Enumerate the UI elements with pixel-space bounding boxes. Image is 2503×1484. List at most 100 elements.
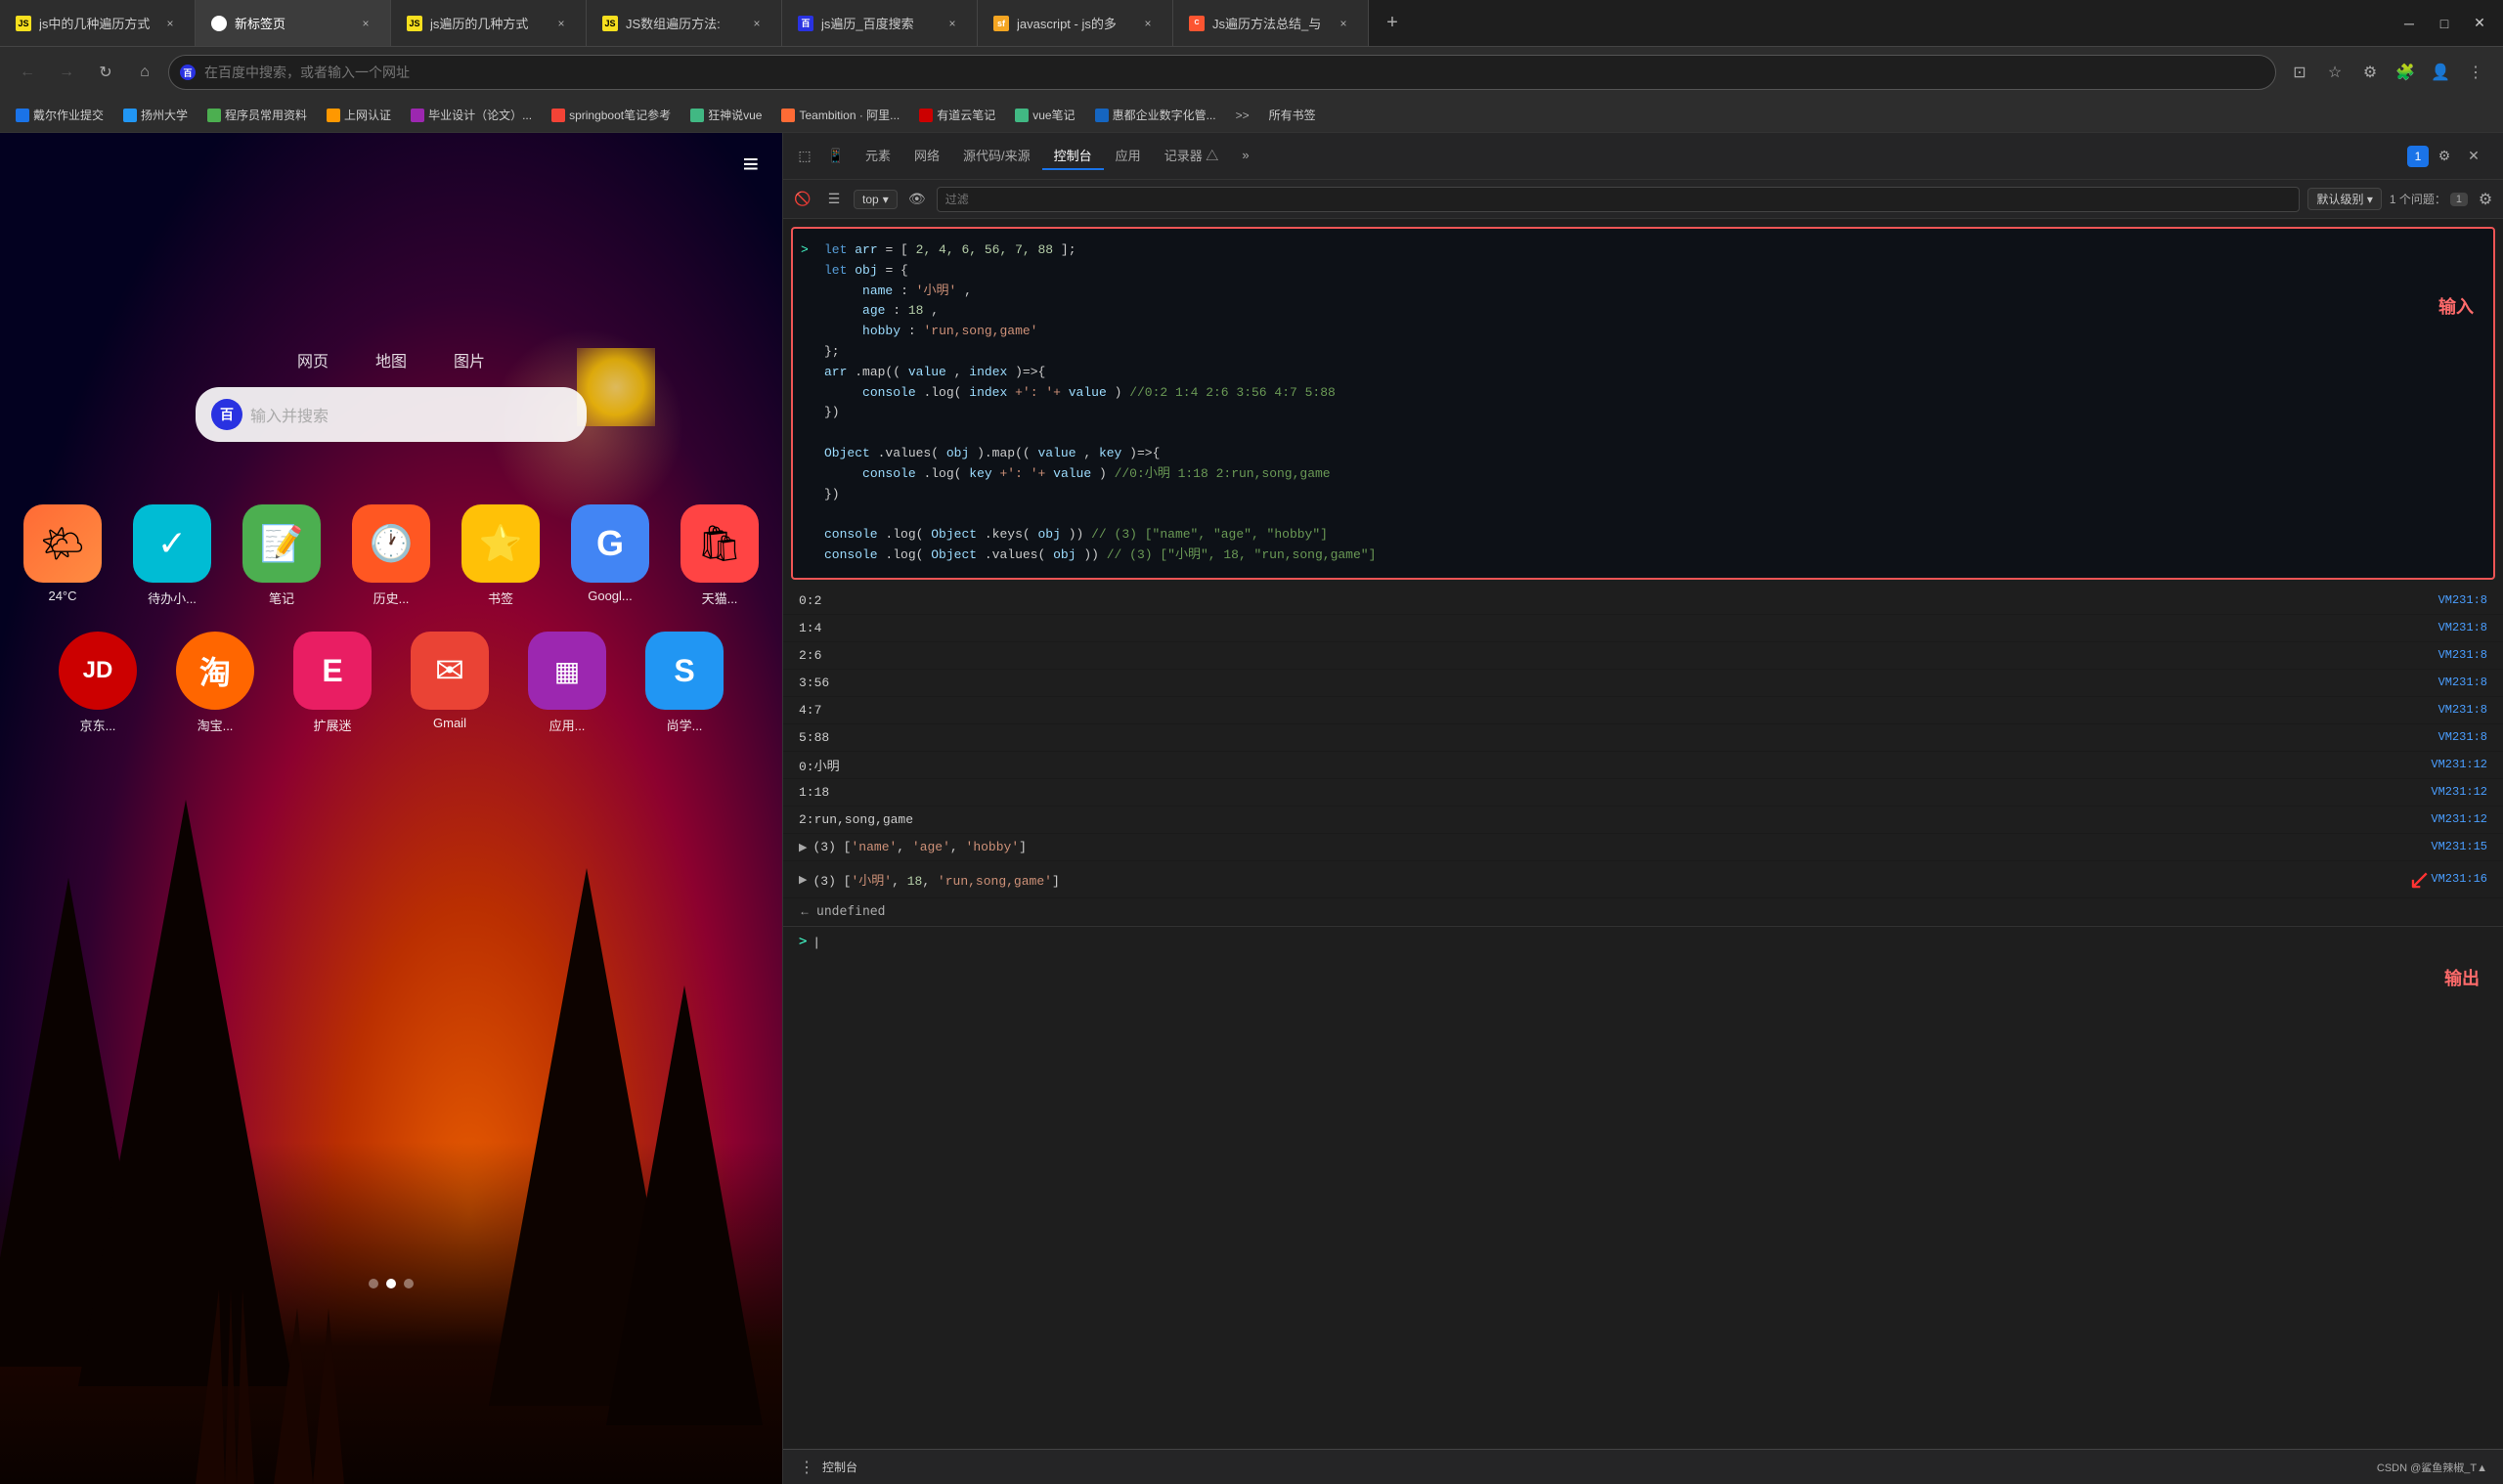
tab4-close[interactable]: ×: [748, 15, 766, 32]
app-bookmarks[interactable]: ⭐ 书签: [461, 504, 540, 607]
app-appstore[interactable]: ▦ 应用...: [528, 632, 606, 734]
tab5-label: js遍历_百度搜索: [821, 14, 936, 32]
bookmark-vue-notes[interactable]: vue笔记: [1007, 105, 1082, 125]
bookmark-programmer[interactable]: 程序员常用资料: [199, 105, 315, 125]
devtools-tab-application[interactable]: 应用: [1104, 142, 1153, 170]
bookmark-dell[interactable]: 戴尔作业提交: [8, 105, 111, 125]
tab3-close[interactable]: ×: [552, 15, 570, 32]
devtools-tab-recorder[interactable]: 记录器 △: [1153, 142, 1231, 170]
tab6-close[interactable]: ×: [1139, 15, 1157, 32]
bookmark-teambition[interactable]: Teambition · 阿里...: [773, 105, 907, 125]
extensions-icon[interactable]: 🧩: [2390, 57, 2421, 88]
cast-icon[interactable]: ⊡: [2284, 57, 2315, 88]
devtools-settings-icon[interactable]: ⚙: [2431, 143, 2458, 170]
console-eye-icon[interactable]: 👁: [905, 188, 929, 211]
log-level-dropdown[interactable]: 默认级别 ▾: [2307, 188, 2381, 210]
output-source-1[interactable]: VM231:8: [2438, 593, 2487, 607]
back-button[interactable]: ←: [12, 57, 43, 88]
nav-map[interactable]: 地图: [375, 348, 407, 371]
app-notes[interactable]: 📝 笔记: [242, 504, 321, 607]
footer-menu-icon[interactable]: ⋮: [799, 1458, 814, 1477]
output-source-10[interactable]: VM231:15: [2431, 840, 2487, 853]
bookmark-auth[interactable]: 上网认证: [319, 105, 399, 125]
app-google[interactable]: G Googl...: [571, 504, 649, 607]
tab-js-traverse[interactable]: JS js中的几种遍历方式 ×: [0, 0, 196, 46]
minimize-button[interactable]: ─: [2393, 8, 2425, 39]
address-bar: ← → ↻ ⌂ 百 ⊡ ☆ ⚙ 🧩 👤 ⋮: [0, 47, 2503, 98]
app-tmall[interactable]: 🛍 天猫...: [681, 504, 759, 607]
code-prompt-arrow: >: [801, 240, 809, 261]
code-line15: console .log( Object .keys( obj )) // (3…: [824, 525, 2481, 546]
bookmark-yangzhou[interactable]: 扬州大学: [115, 105, 196, 125]
devtools-tab-network[interactable]: 网络: [902, 142, 951, 170]
tab2-favicon: [211, 16, 227, 31]
output-source-3[interactable]: VM231:8: [2438, 648, 2487, 662]
app-jd[interactable]: JD 京东...: [59, 632, 137, 734]
devtools-tab-sources[interactable]: 源代码/来源: [951, 142, 1042, 170]
console-clear-icon[interactable]: 🚫: [791, 188, 814, 211]
maximize-button[interactable]: □: [2429, 8, 2460, 39]
tab7-close[interactable]: ×: [1335, 15, 1352, 32]
output-source-8[interactable]: VM231:12: [2431, 785, 2487, 799]
refresh-button[interactable]: ↻: [90, 57, 121, 88]
devtools-inspect-icon[interactable]: ⬚: [791, 143, 818, 170]
tab-js-traverse2[interactable]: JS js遍历的几种方式 ×: [391, 0, 587, 46]
tab2-close[interactable]: ×: [357, 15, 374, 32]
hamburger-menu[interactable]: ≡: [743, 149, 759, 180]
nav-image[interactable]: 图片: [454, 348, 485, 371]
bookmark-springboot[interactable]: springboot笔记参考: [544, 105, 679, 125]
output-source-9[interactable]: VM231:12: [2431, 812, 2487, 826]
console-toggle-icon[interactable]: ☰: [822, 188, 846, 211]
app-todo[interactable]: ✓ 待办小...: [133, 504, 211, 607]
bookmark-youdao[interactable]: 有道云笔记: [911, 105, 1003, 125]
output-source-4[interactable]: VM231:8: [2438, 676, 2487, 689]
bookmark-icon[interactable]: ☆: [2319, 57, 2350, 88]
devtools-tab-more[interactable]: »: [1230, 144, 1260, 168]
tab5-close[interactable]: ×: [944, 15, 961, 32]
app-history[interactable]: 🕐 历史...: [352, 504, 430, 607]
output-source-5[interactable]: VM231:8: [2438, 703, 2487, 717]
profile-icon[interactable]: 👤: [2425, 57, 2456, 88]
app-gmail[interactable]: ✉ Gmail: [411, 632, 489, 734]
app-taobao[interactable]: 淘 淘宝...: [176, 632, 254, 734]
bookmark-more[interactable]: >>: [1228, 107, 1257, 124]
bookmark-thesis[interactable]: 毕业设计（论文）...: [403, 105, 540, 125]
expand-icon-10[interactable]: ▶: [799, 841, 807, 853]
tab-js-array[interactable]: JS JS数组遍历方法: ×: [587, 0, 782, 46]
forward-button[interactable]: →: [51, 57, 82, 88]
output-source-11[interactable]: VM231:16: [2431, 872, 2487, 886]
output-source-7[interactable]: VM231:12: [2431, 758, 2487, 771]
tab-new[interactable]: 新标签页 ×: [196, 0, 391, 46]
phone-search[interactable]: 百 输入并搜索: [196, 387, 587, 442]
console-settings-gear[interactable]: ⚙: [2476, 190, 2495, 209]
tab-baidu[interactable]: 百 js遍历_百度搜索 ×: [782, 0, 978, 46]
tab-csdn[interactable]: C Js遍历方法总结_与 ×: [1173, 0, 1369, 46]
tab3-label: js遍历的几种方式: [430, 14, 545, 32]
console-filter-input[interactable]: [937, 187, 2301, 212]
context-dropdown[interactable]: top ▾: [854, 190, 898, 209]
bookmark-huidu[interactable]: 惠都企业数字化管...: [1087, 105, 1224, 125]
new-tab-button[interactable]: +: [1369, 0, 1416, 46]
close-button[interactable]: ✕: [2464, 8, 2495, 39]
devtools-tab-console[interactable]: 控制台: [1042, 142, 1104, 170]
tab-sf[interactable]: sf javascript - js的多 ×: [978, 0, 1173, 46]
output-line-8: 1:18 VM231:12: [783, 779, 2503, 807]
nav-webpage[interactable]: 网页: [297, 348, 329, 371]
output-source-2[interactable]: VM231:8: [2438, 621, 2487, 634]
menu-icon[interactable]: ⋮: [2460, 57, 2491, 88]
app-weather[interactable]: 🌤 24°C: [23, 504, 102, 607]
devtools-tab-elements[interactable]: 元素: [854, 142, 902, 170]
console-footer: ⋮ 控制台 CSDN @鲨鱼辣椒_T▲: [783, 1449, 2503, 1484]
tab1-close[interactable]: ×: [161, 15, 179, 32]
address-input[interactable]: [168, 55, 2276, 90]
bookmark-all[interactable]: 所有书签: [1261, 105, 1324, 125]
output-source-6[interactable]: VM231:8: [2438, 730, 2487, 744]
bookmark-vue[interactable]: 狂神说vue: [682, 105, 769, 125]
app-extensions[interactable]: E 扩展迷: [293, 632, 372, 734]
devtools-close-icon[interactable]: ✕: [2460, 143, 2487, 170]
home-button[interactable]: ⌂: [129, 57, 160, 88]
settings-icon[interactable]: ⚙: [2354, 57, 2386, 88]
devtools-device-icon[interactable]: 📱: [822, 143, 850, 170]
app-shangxue[interactable]: S 尚学...: [645, 632, 724, 734]
expand-icon-11[interactable]: ▶: [799, 873, 807, 886]
